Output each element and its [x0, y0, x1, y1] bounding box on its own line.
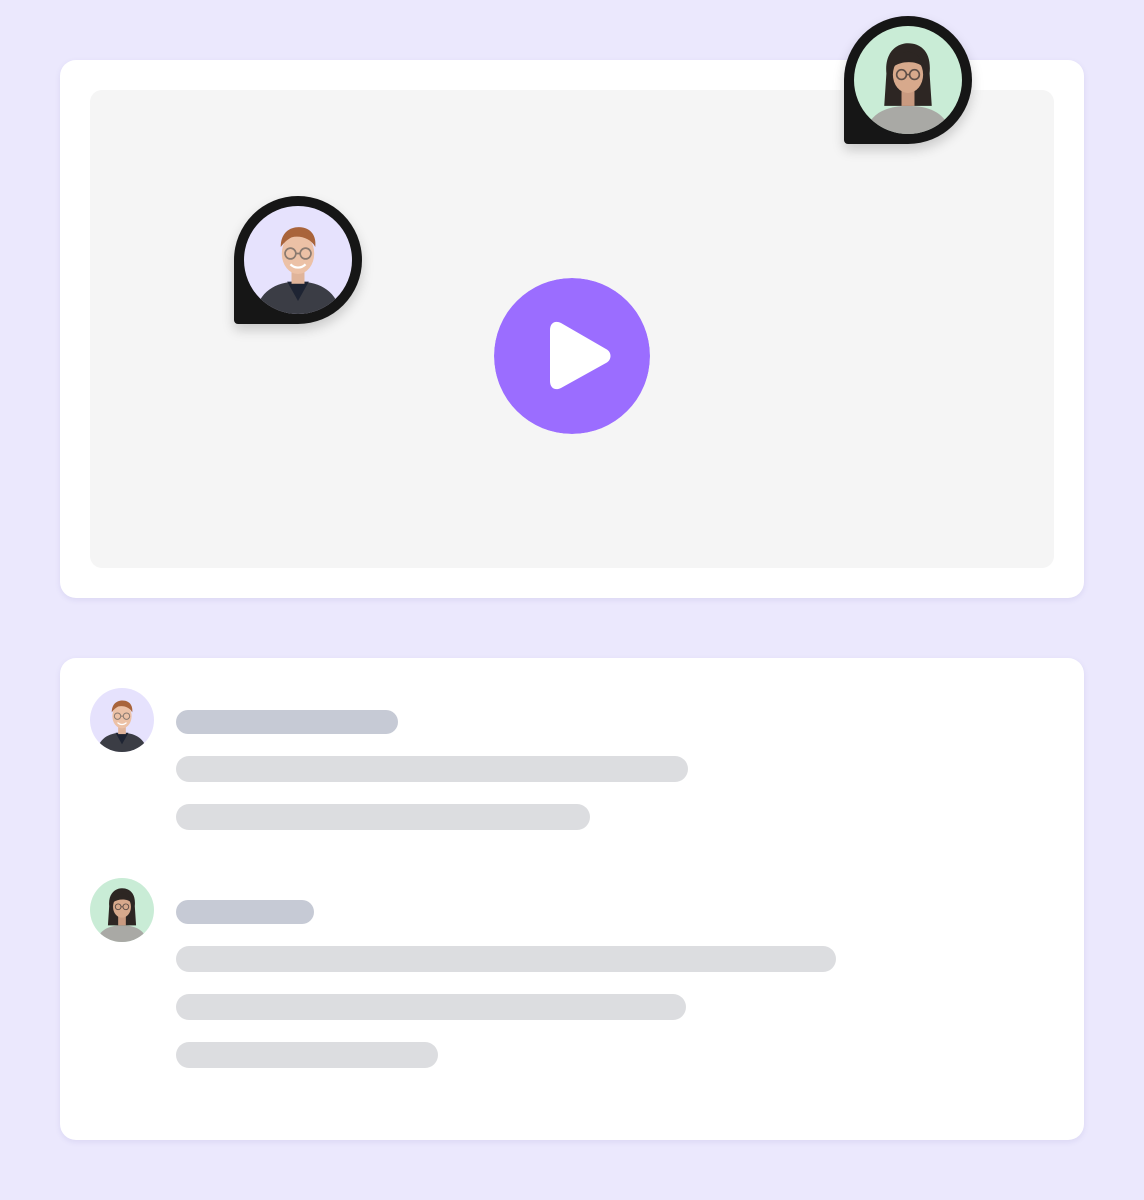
woman-with-glasses-avatar: [854, 26, 962, 134]
man-with-glasses-avatar[interactable]: [90, 688, 154, 752]
comment-text-placeholder: [176, 994, 686, 1020]
comment-author-placeholder: [176, 900, 314, 924]
comment-text-placeholder: [176, 756, 688, 782]
play-button[interactable]: [494, 278, 650, 434]
woman-with-glasses-avatar[interactable]: [90, 878, 154, 942]
participant-pin-man[interactable]: [234, 196, 362, 324]
participant-pin-woman[interactable]: [844, 16, 972, 144]
comment-text-placeholder: [176, 804, 590, 830]
comment-text-placeholder: [176, 1042, 438, 1068]
comment-text-placeholder: [176, 946, 836, 972]
comment-author-placeholder: [176, 710, 398, 734]
comments-card: [60, 658, 1084, 1140]
man-with-glasses-avatar: [244, 206, 352, 314]
app-root: [0, 0, 1144, 1200]
